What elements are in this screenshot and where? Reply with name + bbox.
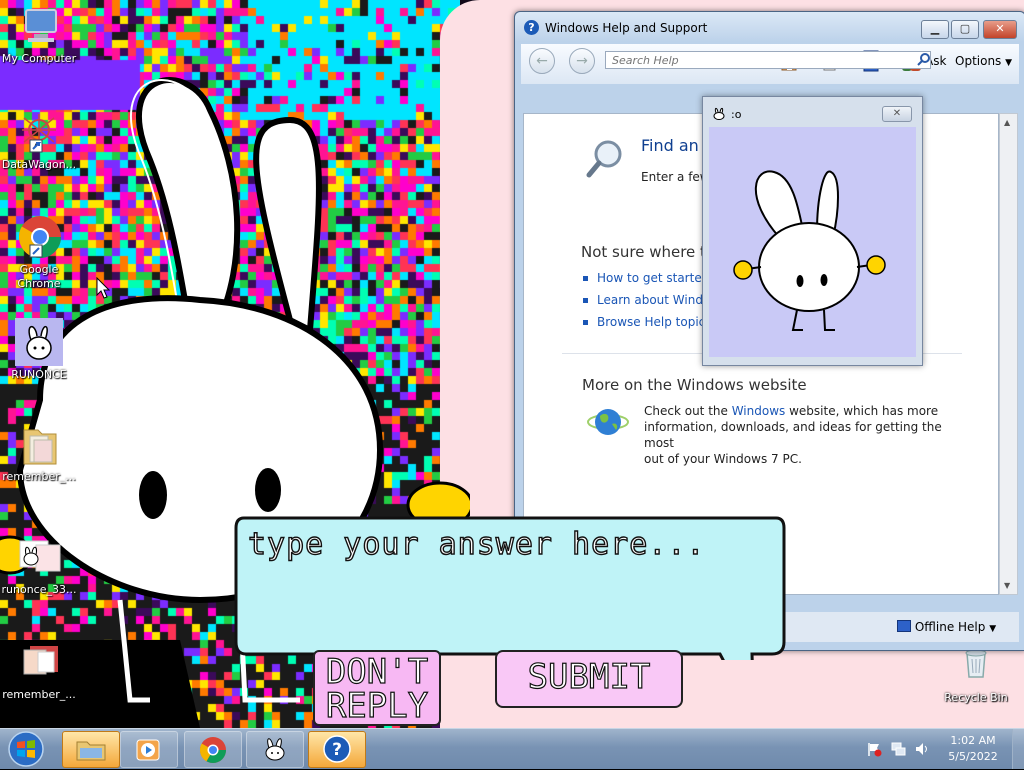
help-question-icon: ? [524, 20, 539, 35]
desktop-icon-label: Recycle Bin [944, 691, 1008, 704]
window-titlebar[interactable]: ? Windows Help and Support ▁ ▢ ✕ [515, 12, 1024, 42]
options-menu[interactable]: Options ▼ [955, 54, 1012, 68]
desktop-icon-label: Google Chrome [17, 263, 61, 290]
computer-icon [16, 4, 62, 50]
close-button[interactable]: ✕ [983, 20, 1017, 39]
desktop-icon-remember-image[interactable]: remember_... [0, 640, 78, 702]
more-text-line3: out of your Windows 7 PC. [644, 452, 802, 466]
taskbar-clock[interactable]: 1:02 AM 5/5/2022 [938, 733, 1008, 765]
desktop-icon-label: My Computer [1, 52, 77, 65]
windows-globe-icon [587, 409, 629, 435]
more-text-line2: information, downloads, and ideas for ge… [644, 420, 942, 450]
chevron-down-icon: ▼ [1005, 58, 1013, 68]
media-player-icon [136, 739, 160, 761]
close-button[interactable]: ✕ [882, 106, 912, 122]
forward-button[interactable]: → [569, 48, 595, 74]
desktop-icon-label: runonce_33... [1, 583, 77, 596]
vertical-scrollbar[interactable]: ▲ ▼ [999, 113, 1018, 595]
bunny-popup-window: :o ✕ [702, 96, 923, 366]
desktop-icon-label: DataWagon... [1, 158, 77, 171]
submit-button[interactable]: SUBMIT [495, 650, 683, 708]
not-sure-heading: Not sure where to [581, 243, 716, 261]
volume-icon[interactable] [914, 741, 930, 757]
taskbar-explorer-button[interactable] [62, 731, 120, 768]
network-icon[interactable] [890, 741, 906, 757]
desktop-icon-google-chrome[interactable]: Google Chrome [0, 215, 78, 291]
bunny-app-icon [15, 318, 63, 366]
more-text-post: website, which has more [785, 404, 939, 418]
maximize-button[interactable]: ▢ [951, 20, 979, 39]
desktop-icon-recycle-bin[interactable]: Recycle Bin [937, 643, 1015, 705]
folder-icon [76, 741, 106, 761]
minimize-button[interactable]: ▁ [921, 20, 949, 39]
chevron-down-icon: ▼ [989, 624, 997, 634]
more-on-windows-heading: More on the Windows website [582, 376, 807, 394]
desktop-icon-runonce[interactable]: RUNONCE [0, 318, 78, 382]
desktop-icon-my-computer[interactable]: My Computer [0, 4, 78, 66]
mouse-cursor [96, 277, 110, 299]
bullet [583, 298, 588, 303]
search-icon[interactable] [917, 52, 931, 66]
chrome-icon [16, 215, 62, 261]
magnifier-icon [586, 140, 622, 178]
offline-help-label: Offline Help [914, 620, 986, 634]
image-file-icon [16, 640, 62, 686]
taskbar-media-player-button[interactable] [120, 731, 178, 768]
window-title: :o [731, 108, 742, 121]
link-windows-website[interactable]: Windows [732, 404, 786, 418]
dont-reply-line1: DON'T [325, 652, 429, 692]
bunny-app-icon [713, 107, 725, 120]
desktop-icon-label: remember_... [2, 688, 76, 701]
taskbar-runonce-button[interactable] [246, 731, 304, 768]
taskbar: ? 1:02 AM 5/5/2022 [0, 728, 1024, 769]
back-button[interactable]: ← [529, 48, 555, 74]
waving-bunny-image [733, 170, 886, 331]
link-browse-help-topics[interactable]: Browse Help topics [597, 315, 712, 329]
desktop-icon-label: remember_... [2, 470, 76, 483]
folder-icon [16, 422, 62, 468]
search-help-input[interactable] [605, 51, 931, 69]
more-on-windows-text: Check out the Windows website, which has… [644, 403, 964, 467]
bullet [583, 276, 588, 281]
help-question-icon: ? [323, 735, 351, 763]
scroll-up-arrow-icon[interactable]: ▲ [1004, 118, 1010, 127]
desktop-icon-remember-folder[interactable]: remember_... [0, 422, 78, 484]
show-desktop-button[interactable] [1012, 729, 1024, 769]
desktop-icon-label: RUNONCE [11, 368, 67, 381]
window-title: Windows Help and Support [545, 21, 708, 35]
options-label: Options [955, 54, 1002, 68]
spider-icon [16, 110, 62, 156]
action-center-flag-icon[interactable] [866, 741, 882, 757]
dont-reply-button[interactable]: DON'T REPLY [313, 650, 441, 726]
bullet [583, 320, 588, 325]
bunny-image-panel [709, 127, 916, 357]
clock-date: 5/5/2022 [948, 750, 998, 763]
taskbar-chrome-button[interactable] [184, 731, 242, 768]
more-text-pre: Check out the [644, 404, 732, 418]
scroll-down-arrow-icon[interactable]: ▼ [1004, 581, 1010, 590]
desktop-icon-datawagon[interactable]: DataWagon... [0, 110, 78, 172]
svg-text:?: ? [332, 740, 342, 760]
taskbar-help-button[interactable]: ? [308, 731, 366, 768]
dont-reply-line2: REPLY [325, 686, 429, 726]
desktop-icon-runonce-image[interactable]: runonce_33... [0, 535, 78, 597]
image-file-icon [16, 535, 62, 581]
clock-time: 1:02 AM [950, 734, 996, 747]
bunny-app-icon [265, 738, 285, 761]
start-button[interactable] [6, 731, 46, 767]
offline-help-icon [897, 620, 911, 632]
answer-input[interactable] [248, 524, 768, 564]
chrome-icon [199, 737, 227, 764]
offline-help-menu[interactable]: Offline Help ▼ [897, 620, 996, 634]
